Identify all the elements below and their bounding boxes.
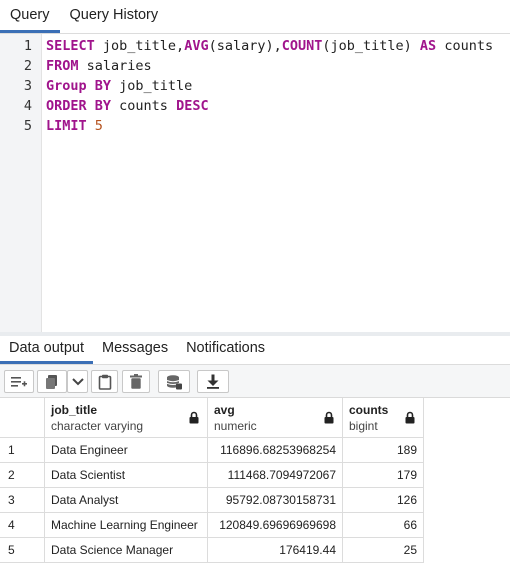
line-number: 2 [23,58,32,74]
tab-query[interactable]: Query [0,0,60,33]
code-token: job_title, [94,38,185,54]
column-header-job-title[interactable]: job_title character varying [45,398,208,438]
cell-counts[interactable]: 25 [343,538,424,563]
row-number[interactable]: 4 [0,513,45,538]
column-type: numeric [214,419,257,433]
row-number[interactable]: 3 [0,488,45,513]
download-icon [206,374,220,389]
add-row-button[interactable] [4,370,34,393]
code-token: counts [111,98,177,114]
tab-data-output[interactable]: Data output [0,336,93,364]
cell-job-title[interactable]: Data Engineer [45,438,208,463]
delete-icon [130,374,142,389]
cell-avg[interactable]: 120849.69696969698 [208,513,343,538]
cell-counts[interactable]: 126 [343,488,424,513]
table-row[interactable]: 3 Data Analyst 95792.08730158731 126 [0,488,424,513]
line-number: 5 [23,118,32,134]
cell-avg[interactable]: 116896.68253968254 [208,438,343,463]
delete-button[interactable] [122,370,150,393]
cell-counts[interactable]: 179 [343,463,424,488]
table-row[interactable]: 2 Data Scientist 111468.7094972067 179 [0,463,424,488]
code-token: SELECT [46,38,95,54]
add-row-icon [10,375,28,389]
cell-job-title[interactable]: Data Scientist [45,463,208,488]
row-number[interactable]: 5 [0,538,45,563]
chevron-down-icon [71,377,84,386]
code-token: LIMIT [46,118,87,134]
paste-icon [98,374,112,390]
code-token: AVG [184,38,209,54]
table-row[interactable]: 5 Data Science Manager 176419.44 25 [0,538,424,563]
column-name: counts [349,403,389,417]
lock-icon [405,411,415,429]
tab-notifications[interactable]: Notifications [177,336,274,364]
paste-button[interactable] [91,370,118,393]
code-token: salaries [78,58,152,74]
save-data-button[interactable] [158,370,190,393]
code-token: (salary), [208,38,282,54]
copy-icon [44,374,60,390]
cell-avg[interactable]: 95792.08730158731 [208,488,343,513]
code-token: job_title [111,78,193,94]
column-type: character varying [51,419,144,433]
table-row[interactable]: 1 Data Engineer 116896.68253968254 189 [0,438,424,463]
lock-icon [189,411,199,429]
code-line[interactable]: Group BY job_title [46,78,192,94]
cell-counts[interactable]: 66 [343,513,424,538]
column-header-counts[interactable]: counts bigint [343,398,424,438]
code-token: DESC [176,98,209,114]
column-name: avg [214,403,235,417]
line-number: 1 [23,38,32,54]
tab-query-history[interactable]: Query History [60,0,169,33]
code-area[interactable]: SELECT job_title,AVG(salary),COUNT(job_t… [46,34,510,332]
result-grid: job_title character varying avg numeric … [0,398,510,588]
table-row[interactable]: 4 Machine Learning Engineer 120849.69696… [0,513,424,538]
copy-options-dropdown[interactable] [67,370,88,393]
line-number-gutter: 1 2 3 4 5 [0,34,42,332]
code-line[interactable]: ORDER BY counts DESC [46,98,209,114]
code-token: AS [419,38,437,54]
code-line[interactable]: LIMIT 5 [46,118,103,134]
row-number[interactable]: 1 [0,438,45,463]
sql-editor[interactable]: 1 2 3 4 5 SELECT job_title,AVG(salary),C… [0,34,510,332]
code-token: 5 [94,118,103,134]
column-type: bigint [349,419,378,433]
output-tab-bar: Data output Messages Notifications [0,336,510,365]
query-tab-bar: Query Query History [0,0,510,34]
column-name: job_title [51,403,98,417]
column-header-avg[interactable]: avg numeric [208,398,343,438]
row-number[interactable]: 2 [0,463,45,488]
code-token: counts [436,38,494,54]
code-token: (job_title) [322,38,420,54]
download-button[interactable] [197,370,229,393]
tab-messages[interactable]: Messages [93,336,177,364]
code-line[interactable]: FROM salaries [46,58,152,74]
cell-avg[interactable]: 176419.44 [208,538,343,563]
code-token: FROM [46,58,79,74]
line-number: 4 [23,98,32,114]
cell-job-title[interactable]: Data Science Manager [45,538,208,563]
cell-job-title[interactable]: Data Analyst [45,488,208,513]
lock-icon [324,411,334,429]
code-token: Group BY [46,78,112,94]
code-line[interactable]: SELECT job_title,AVG(salary),COUNT(job_t… [46,38,493,54]
data-output-toolbar [0,365,510,398]
cell-job-title[interactable]: Machine Learning Engineer [45,513,208,538]
line-number: 3 [23,78,32,94]
save-data-icon [166,374,182,390]
code-token: ORDER BY [46,98,112,114]
cell-avg[interactable]: 111468.7094972067 [208,463,343,488]
code-token: COUNT [281,38,323,54]
cell-counts[interactable]: 189 [343,438,424,463]
row-number-header[interactable] [0,398,45,438]
copy-button[interactable] [37,370,67,393]
